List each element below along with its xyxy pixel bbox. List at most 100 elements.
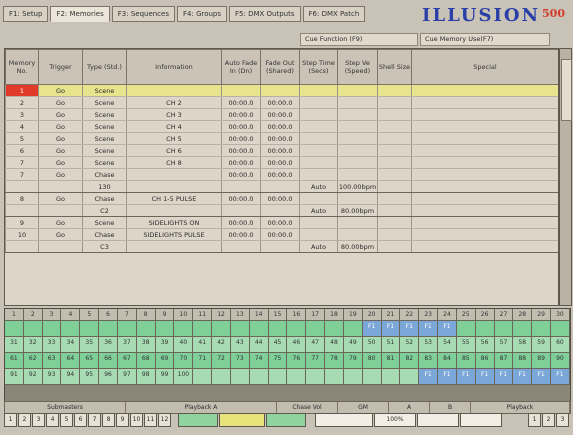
cell-type[interactable]: Scene bbox=[82, 120, 127, 133]
cell-step-speed[interactable] bbox=[337, 156, 378, 169]
cue-cell[interactable]: F1 bbox=[551, 369, 570, 384]
cue-cell[interactable]: 86 bbox=[475, 353, 495, 368]
cell-special[interactable] bbox=[411, 96, 558, 109]
cue-cell[interactable]: 62 bbox=[23, 353, 43, 368]
cell-memory-no[interactable]: 2 bbox=[5, 96, 39, 109]
cell-memory-no[interactable]: 5 bbox=[5, 132, 39, 145]
cue-cell[interactable]: 38 bbox=[136, 337, 156, 352]
cue-cell[interactable]: 83 bbox=[419, 353, 439, 368]
tab-setup[interactable]: F1: Setup bbox=[3, 6, 49, 22]
cell-trigger[interactable]: Go bbox=[38, 96, 83, 109]
cell-step-speed[interactable] bbox=[337, 228, 378, 241]
cue-cell[interactable] bbox=[80, 321, 100, 336]
cue-cell[interactable]: F1 bbox=[438, 369, 457, 384]
cell-fade-out[interactable]: 00:00.0 bbox=[260, 108, 300, 121]
cell-memory-no[interactable] bbox=[5, 240, 39, 253]
header-information[interactable]: Information bbox=[126, 49, 222, 85]
cell-trigger[interactable]: Go bbox=[38, 168, 83, 181]
cue-cell[interactable] bbox=[23, 321, 43, 336]
cue-cell[interactable]: 89 bbox=[532, 353, 552, 368]
cue-cell[interactable] bbox=[381, 369, 401, 384]
table-row[interactable]: 9 Go Scene SIDELIGHTS ON 00:00.0 00:00.0 bbox=[5, 216, 558, 229]
cell-type[interactable]: 130 bbox=[82, 180, 127, 193]
cue-cell[interactable] bbox=[155, 321, 175, 336]
cue-cell[interactable] bbox=[174, 321, 194, 336]
cell-shell-size[interactable] bbox=[377, 96, 412, 109]
cell-step-speed[interactable]: 100.00bpm bbox=[337, 180, 378, 193]
cue-memory-button[interactable]: Cue Memory Use(F7) bbox=[420, 33, 550, 46]
cue-cell[interactable]: 76 bbox=[287, 353, 307, 368]
cell-information[interactable] bbox=[126, 240, 222, 253]
cell-step-speed[interactable]: 80.00bpm bbox=[337, 204, 378, 217]
cell-information[interactable] bbox=[126, 84, 222, 97]
table-row[interactable]: 8 Go Chase CH 1-5 PULSE 00:00.0 00:00.0 bbox=[5, 192, 558, 205]
playback-key[interactable]: 2 bbox=[542, 413, 555, 427]
cue-cell[interactable]: 82 bbox=[400, 353, 420, 368]
cell-step-time[interactable] bbox=[299, 144, 338, 157]
cell-fade-in[interactable] bbox=[221, 84, 261, 97]
header-fade-out[interactable]: Fade Out (Shared) bbox=[260, 49, 300, 85]
cell-information[interactable]: CH 5 bbox=[126, 132, 222, 145]
cell-special[interactable] bbox=[411, 120, 558, 133]
cell-fade-out[interactable]: 00:00.0 bbox=[260, 228, 300, 241]
cell-information[interactable]: CH 4 bbox=[126, 120, 222, 133]
cue-cell[interactable]: 45 bbox=[268, 337, 288, 352]
cell-type[interactable]: Scene bbox=[82, 144, 127, 157]
cue-cell[interactable]: 36 bbox=[99, 337, 118, 352]
cue-cell[interactable]: 32 bbox=[23, 337, 43, 352]
cell-step-time[interactable] bbox=[299, 84, 338, 97]
cue-cell[interactable] bbox=[343, 369, 363, 384]
cue-cell[interactable]: 33 bbox=[42, 337, 62, 352]
cell-special[interactable] bbox=[411, 216, 558, 229]
cell-special[interactable] bbox=[411, 84, 558, 97]
cell-information[interactable]: CH 6 bbox=[126, 144, 222, 157]
gm-level[interactable]: 100% bbox=[374, 413, 416, 427]
cell-fade-in[interactable]: 00:00.0 bbox=[221, 96, 261, 109]
cue-cell[interactable] bbox=[362, 369, 382, 384]
cell-trigger[interactable]: Go bbox=[38, 192, 83, 205]
cell-special[interactable] bbox=[411, 132, 558, 145]
cue-cell[interactable]: 79 bbox=[343, 353, 363, 368]
cell-memory-no[interactable]: 6 bbox=[5, 144, 39, 157]
playback-a-fader[interactable] bbox=[219, 413, 265, 427]
cue-cell[interactable]: 72 bbox=[212, 353, 231, 368]
cue-cell[interactable]: F1 bbox=[419, 321, 439, 336]
cue-cell[interactable]: F1 bbox=[475, 369, 495, 384]
cue-cell[interactable] bbox=[513, 321, 533, 336]
cue-cell[interactable] bbox=[99, 321, 118, 336]
cell-memory-no[interactable]: 4 bbox=[5, 120, 39, 133]
cue-cell[interactable]: 54 bbox=[438, 337, 457, 352]
cue-cell[interactable]: 52 bbox=[400, 337, 420, 352]
table-row[interactable]: 7 Go Chase 00:00.0 00:00.0 bbox=[5, 168, 558, 181]
cue-cell[interactable] bbox=[475, 321, 495, 336]
cell-step-speed[interactable] bbox=[337, 192, 378, 205]
cue-cell[interactable] bbox=[249, 369, 269, 384]
cue-cell[interactable]: 41 bbox=[193, 337, 213, 352]
submaster-key[interactable]: 1 bbox=[4, 413, 17, 427]
cell-type[interactable]: C3 bbox=[82, 240, 127, 253]
cue-cell[interactable]: 67 bbox=[117, 353, 137, 368]
header-trigger[interactable]: Trigger bbox=[38, 49, 83, 85]
cue-cell[interactable]: 48 bbox=[325, 337, 344, 352]
cue-cell[interactable] bbox=[532, 321, 552, 336]
cue-cell[interactable] bbox=[306, 321, 326, 336]
header-fade-in[interactable]: Auto Fade In (Dn) bbox=[221, 49, 261, 85]
cell-fade-in[interactable]: 00:00.0 bbox=[221, 132, 261, 145]
cell-trigger[interactable] bbox=[38, 204, 83, 217]
cell-information[interactable]: CH 1-5 PULSE bbox=[126, 192, 222, 205]
cue-cell[interactable]: 43 bbox=[230, 337, 250, 352]
table-row[interactable]: 6 Go Scene CH 6 00:00.0 00:00.0 bbox=[5, 144, 558, 157]
cell-shell-size[interactable] bbox=[377, 132, 412, 145]
submaster-key[interactable]: 4 bbox=[46, 413, 59, 427]
cue-cell[interactable]: 91 bbox=[5, 369, 24, 384]
cell-shell-size[interactable] bbox=[377, 144, 412, 157]
cue-cell[interactable] bbox=[193, 369, 213, 384]
header-type[interactable]: Type (Std.) bbox=[82, 49, 127, 85]
cell-fade-in[interactable]: 00:00.0 bbox=[221, 228, 261, 241]
cell-type[interactable]: Scene bbox=[82, 108, 127, 121]
cell-memory-no[interactable]: 7 bbox=[5, 168, 39, 181]
cue-cell[interactable]: 35 bbox=[80, 337, 100, 352]
tab-memories[interactable]: F2: Memories bbox=[50, 6, 110, 22]
cue-cell[interactable] bbox=[136, 321, 156, 336]
cue-cell[interactable] bbox=[400, 369, 420, 384]
